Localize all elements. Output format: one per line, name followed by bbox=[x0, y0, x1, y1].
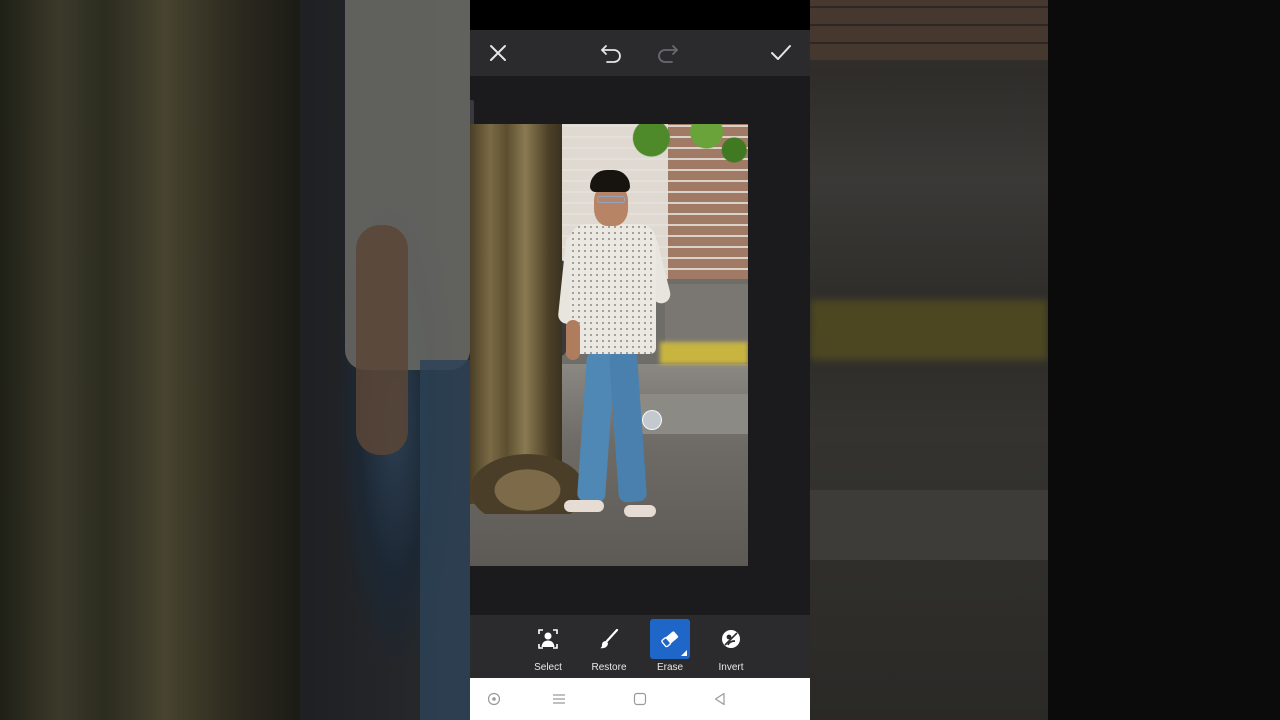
person-shirt bbox=[570, 224, 656, 354]
home-icon bbox=[633, 692, 647, 706]
close-button[interactable] bbox=[483, 38, 513, 68]
person-glasses bbox=[597, 196, 625, 203]
assistant-icon bbox=[487, 692, 501, 706]
tool-erase[interactable]: Erase bbox=[648, 618, 692, 676]
back-button[interactable] bbox=[707, 688, 733, 710]
invert-icon bbox=[722, 630, 740, 648]
close-icon bbox=[490, 45, 506, 61]
background-arm bbox=[356, 225, 408, 455]
brush-icon bbox=[600, 628, 619, 649]
background-tree-trunk bbox=[0, 0, 300, 720]
undo-button[interactable] bbox=[596, 38, 626, 68]
background-step bbox=[810, 490, 1048, 560]
background-blur-left bbox=[0, 0, 470, 720]
tool-restore[interactable]: Restore bbox=[587, 618, 631, 676]
tool-bar: Select Restore Erase Invert bbox=[470, 615, 810, 678]
photo-person bbox=[557, 170, 690, 540]
person-left-foot bbox=[564, 500, 604, 512]
background-blur-right bbox=[810, 0, 1048, 720]
video-frame: Select Restore Erase Invert bbox=[0, 0, 1280, 720]
phone-screen: Select Restore Erase Invert bbox=[470, 0, 810, 720]
editor-toolbar bbox=[470, 30, 810, 76]
home-button[interactable] bbox=[627, 688, 653, 710]
assistant-button[interactable] bbox=[481, 688, 507, 710]
apply-button[interactable] bbox=[766, 38, 796, 68]
tool-options-indicator bbox=[681, 650, 687, 656]
eraser-icon bbox=[661, 631, 679, 648]
photo-leaves bbox=[610, 124, 748, 174]
checkmark-icon bbox=[771, 45, 791, 60]
person-left-hand bbox=[566, 320, 580, 360]
tool-invert-icon-box bbox=[711, 619, 751, 659]
tool-select[interactable]: Select bbox=[526, 618, 570, 676]
brush-cursor[interactable] bbox=[642, 410, 662, 430]
undo-icon bbox=[601, 45, 621, 63]
tool-select-icon-box bbox=[528, 619, 568, 659]
tool-invert[interactable]: Invert bbox=[709, 618, 753, 676]
person-hair bbox=[590, 170, 630, 192]
tool-select-label: Select bbox=[534, 662, 562, 673]
background-jeans bbox=[420, 360, 470, 720]
person-right-leg bbox=[608, 351, 648, 503]
system-navigation-bar bbox=[470, 678, 810, 720]
photo-tree-trunk bbox=[470, 124, 562, 504]
background-brick-wall bbox=[810, 0, 1048, 60]
editor-canvas[interactable] bbox=[470, 76, 810, 615]
tool-restore-icon-box bbox=[589, 619, 629, 659]
background-yellow-stain bbox=[810, 300, 1048, 360]
redo-icon bbox=[658, 45, 678, 63]
tool-erase-icon-box bbox=[650, 619, 690, 659]
back-icon bbox=[714, 692, 725, 706]
photo-preview[interactable] bbox=[470, 124, 748, 566]
select-person-icon bbox=[538, 629, 558, 649]
tool-erase-label: Erase bbox=[656, 662, 684, 673]
letterbox-right bbox=[1048, 0, 1280, 720]
person-right-foot bbox=[624, 505, 656, 517]
status-bar bbox=[470, 0, 810, 30]
tool-invert-label: Invert bbox=[718, 662, 744, 673]
menu-button[interactable] bbox=[546, 688, 572, 710]
menu-icon bbox=[553, 694, 565, 704]
tool-restore-label: Restore bbox=[591, 662, 627, 673]
redo-button[interactable] bbox=[653, 38, 683, 68]
